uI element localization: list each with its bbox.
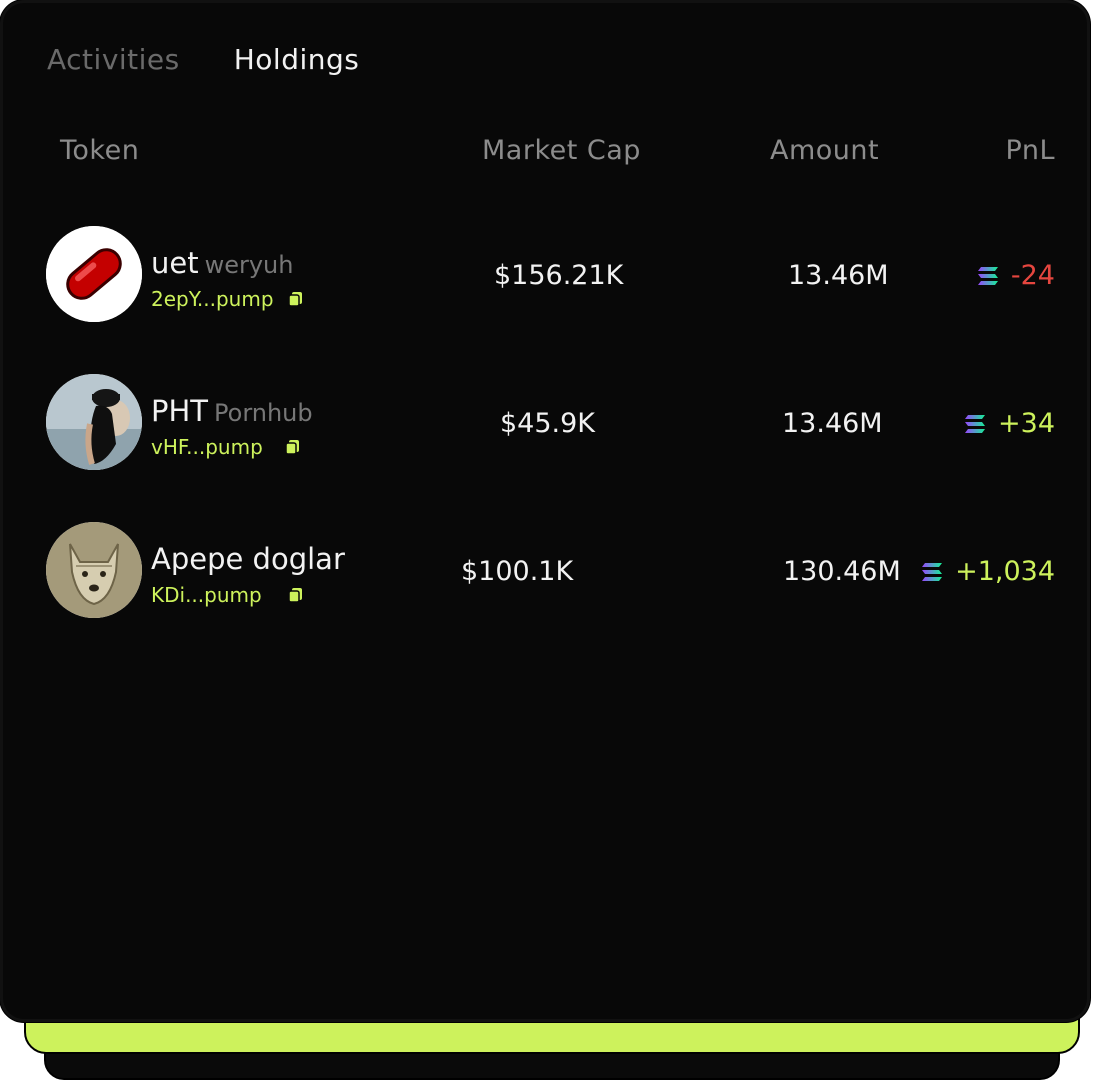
column-header-amount[interactable]: Amount xyxy=(770,135,879,166)
token-avatar xyxy=(46,374,142,470)
token-avatar xyxy=(46,522,142,618)
red-pill-icon xyxy=(46,226,142,322)
token-symbol[interactable]: uet xyxy=(151,246,199,280)
solana-icon xyxy=(965,414,986,433)
token-symbol[interactable]: PHT xyxy=(151,394,208,428)
market-cap-value: $45.9K xyxy=(500,408,596,439)
solana-icon xyxy=(977,266,998,285)
pnl-cell: +34 xyxy=(964,408,1055,439)
dog-photo-icon xyxy=(46,522,142,618)
token-address-line: vHF...pump xyxy=(151,435,301,459)
copy-icon[interactable] xyxy=(285,439,301,455)
copy-icon[interactable] xyxy=(287,291,304,307)
market-cap-value: $100.1K xyxy=(461,556,574,587)
table-header: Token Market Cap Amount PnL xyxy=(3,135,1093,175)
token-name-line: PHT Pornhub xyxy=(151,394,313,428)
person-photo-icon xyxy=(46,374,142,470)
pnl-value: +34 xyxy=(998,408,1055,439)
token-address-line: 2epY...pump xyxy=(151,287,304,311)
token-avatar xyxy=(46,226,142,322)
holdings-card: Activities Holdings Token Market Cap Amo… xyxy=(0,0,1090,1022)
token-symbol[interactable]: Apepe doglar xyxy=(151,542,345,576)
table-row[interactable]: Apepe doglar KDi...pump $100.1K 130.46M … xyxy=(3,522,1093,622)
tab-activities[interactable]: Activities xyxy=(47,43,180,76)
table-row[interactable]: PHT Pornhub vHF...pump $45.9K 13.46M +34 xyxy=(3,374,1093,474)
token-address: 2epY...pump xyxy=(151,287,274,311)
column-header-pnl[interactable]: PnL xyxy=(1006,135,1055,166)
copy-icon[interactable] xyxy=(287,587,304,603)
pnl-cell: +1,034 xyxy=(921,556,1055,587)
tab-holdings[interactable]: Holdings xyxy=(234,43,360,76)
amount-value: 130.46M xyxy=(783,556,901,587)
tab-bar: Activities Holdings xyxy=(47,43,359,76)
token-address-line: KDi...pump xyxy=(151,583,304,607)
amount-value: 13.46M xyxy=(782,408,883,439)
pnl-value: -24 xyxy=(1010,260,1055,291)
token-address: vHF...pump xyxy=(151,435,263,459)
amount-value: 13.46M xyxy=(788,260,889,291)
token-fullname: Pornhub xyxy=(214,399,313,427)
pnl-value: +1,034 xyxy=(955,556,1055,587)
token-address: KDi...pump xyxy=(151,583,262,607)
token-name-line: uet weryuh xyxy=(151,246,293,280)
column-header-token[interactable]: Token xyxy=(60,135,139,166)
column-header-market-cap[interactable]: Market Cap xyxy=(482,135,641,166)
table-row[interactable]: uet weryuh 2epY...pump $156.21K 13.46M -2… xyxy=(3,226,1093,326)
token-fullname: weryuh xyxy=(204,251,294,279)
pnl-cell: -24 xyxy=(977,260,1055,291)
solana-icon xyxy=(922,562,943,581)
market-cap-value: $156.21K xyxy=(494,260,624,291)
token-name-line: Apepe doglar xyxy=(151,542,351,576)
